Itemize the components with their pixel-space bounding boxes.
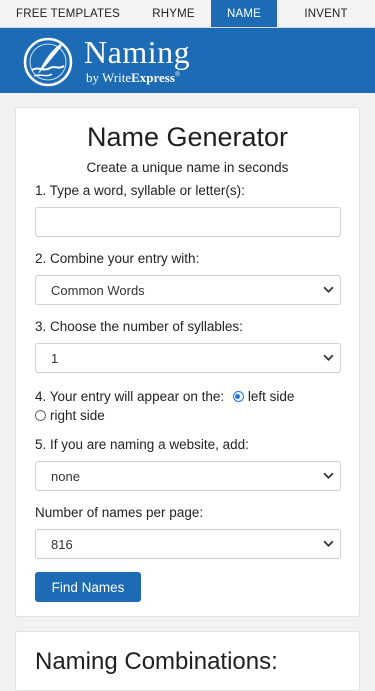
chevron-down-icon	[323, 354, 334, 361]
brand-byline: by WriteExpress®	[86, 70, 181, 85]
per-page-value: 816	[51, 536, 73, 552]
find-names-button[interactable]: Find Names	[35, 572, 141, 602]
results-title: Naming Combinations:	[35, 648, 278, 675]
step4-row: 4. Your entry will appear on the: left s…	[35, 387, 345, 425]
step1-label: 1. Type a word, syllable or letter(s):	[35, 183, 245, 198]
entry-input[interactable]	[35, 207, 341, 237]
left-side-radio[interactable]	[232, 391, 244, 402]
step4-label: 4. Your entry will appear on the:	[35, 389, 225, 404]
top-nav: FREE TEMPLATES RHYME NAME INVENT	[0, 0, 375, 28]
name-generator-card: Name Generator Create a unique name in s…	[15, 107, 360, 617]
results-card: Naming Combinations:	[15, 631, 360, 691]
syllables-select[interactable]: 1	[35, 343, 341, 373]
step2-label: 2. Combine your entry with:	[35, 251, 200, 266]
per-page-select[interactable]: 816	[35, 529, 341, 559]
tab-invent[interactable]: INVENT	[277, 0, 375, 27]
chevron-down-icon	[323, 472, 334, 479]
chevron-down-icon	[323, 286, 334, 293]
website-suffix-value: none	[51, 468, 80, 484]
brand-title[interactable]: Naming	[84, 34, 190, 71]
syllables-select-value: 1	[51, 350, 59, 366]
combine-select[interactable]: Common Words	[35, 275, 341, 305]
tab-free-templates[interactable]: FREE TEMPLATES	[0, 0, 136, 27]
chevron-down-icon	[323, 540, 334, 547]
step3-label: 3. Choose the number of syllables:	[35, 319, 243, 334]
tab-name[interactable]: NAME	[211, 0, 277, 27]
per-page-label: Number of names per page:	[35, 505, 204, 520]
right-side-label[interactable]: right side	[50, 408, 105, 423]
step5-label: 5. If you are naming a website, add:	[35, 437, 249, 452]
brand-banner: Naming by WriteExpress®	[0, 28, 375, 93]
page-subtitle: Create a unique name in seconds	[86, 160, 289, 175]
right-side-radio[interactable]	[35, 410, 46, 421]
page-title: Name Generator	[86, 122, 289, 152]
combine-select-value: Common Words	[51, 282, 145, 298]
left-side-label[interactable]: left side	[248, 389, 295, 404]
website-suffix-select[interactable]: none	[35, 461, 341, 491]
tab-rhyme[interactable]: RHYME	[136, 0, 211, 27]
quill-logo-icon[interactable]	[22, 36, 74, 88]
